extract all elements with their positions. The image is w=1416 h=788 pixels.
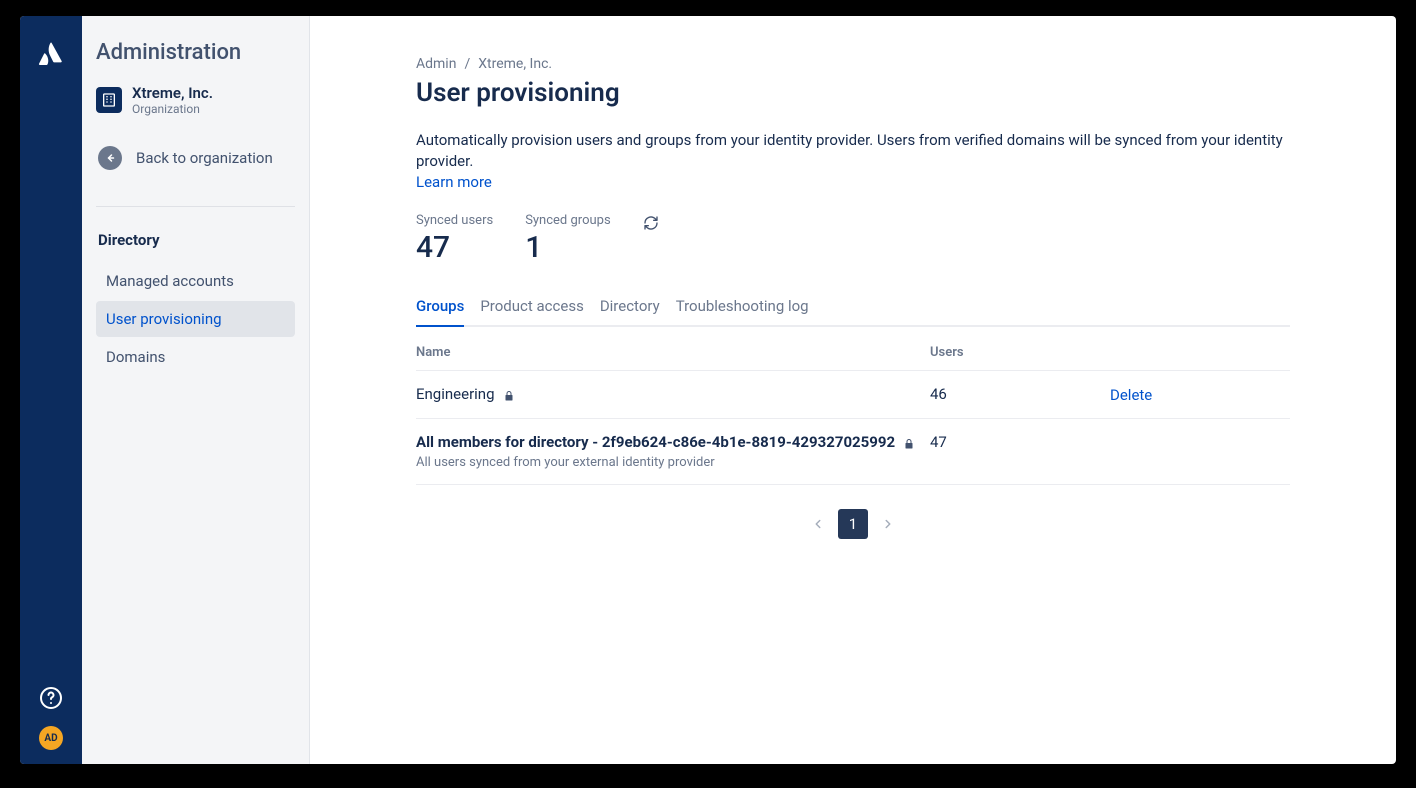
group-name: All members for directory - 2f9eb624-c86… — [416, 433, 895, 451]
back-label: Back to organization — [136, 149, 273, 167]
col-header-users: Users — [930, 345, 1110, 360]
delete-link[interactable]: Delete — [1110, 386, 1152, 404]
tab-directory[interactable]: Directory — [600, 291, 660, 325]
sidebar-title: Administration — [96, 40, 295, 65]
breadcrumb-current: Xtreme, Inc. — [478, 56, 552, 72]
org-icon — [96, 87, 122, 113]
lock-icon — [503, 388, 515, 400]
row-name-cell: Engineering — [416, 385, 930, 403]
help-icon[interactable] — [39, 686, 63, 710]
page-current[interactable]: 1 — [838, 509, 868, 539]
tab-troubleshooting-log[interactable]: Troubleshooting log — [676, 291, 809, 325]
atlassian-logo-icon[interactable] — [37, 40, 65, 68]
stat-value: 1 — [525, 230, 610, 265]
main-content: Admin / Xtreme, Inc. User provisioning A… — [310, 16, 1396, 764]
table-header: Name Users — [416, 327, 1290, 371]
stats-row: Synced users 47 Synced groups 1 — [416, 213, 1290, 265]
arrow-left-icon — [98, 146, 122, 170]
pagination: 1 — [416, 509, 1290, 539]
tabs: Groups Product access Directory Troubles… — [416, 291, 1290, 327]
stat-synced-users: Synced users 47 — [416, 213, 493, 265]
stat-value: 47 — [416, 230, 493, 265]
page-title: User provisioning — [416, 78, 1290, 108]
refresh-icon[interactable] — [643, 215, 659, 231]
org-sub: Organization — [132, 102, 213, 116]
org-selector[interactable]: Xtreme, Inc. Organization — [96, 85, 295, 116]
user-avatar[interactable]: AD — [39, 726, 63, 750]
breadcrumb-admin[interactable]: Admin — [416, 56, 456, 72]
tab-product-access[interactable]: Product access — [480, 291, 583, 325]
sidebar: Administration Xtreme, Inc. Organization… — [82, 16, 310, 764]
sidebar-item-user-provisioning[interactable]: User provisioning — [96, 301, 295, 337]
table-row: All members for directory - 2f9eb624-c86… — [416, 419, 1290, 485]
sidebar-section-directory: Directory — [96, 227, 295, 253]
row-users: 47 — [930, 433, 1110, 451]
stat-synced-groups: Synced groups 1 — [525, 213, 610, 265]
tab-groups[interactable]: Groups — [416, 291, 464, 325]
back-to-org[interactable]: Back to organization — [96, 138, 295, 178]
breadcrumb-sep: / — [464, 56, 470, 72]
row-users: 46 — [930, 385, 1110, 403]
page-next[interactable] — [876, 512, 900, 536]
row-sub: All users synced from your external iden… — [416, 455, 930, 470]
lock-icon — [903, 436, 915, 448]
stat-label: Synced users — [416, 213, 493, 228]
col-header-name: Name — [416, 345, 930, 360]
sidebar-item-managed-accounts[interactable]: Managed accounts — [96, 263, 295, 299]
table-row: Engineering 46 Delete — [416, 371, 1290, 419]
page-prev[interactable] — [806, 512, 830, 536]
divider — [96, 206, 295, 207]
org-name: Xtreme, Inc. — [132, 85, 213, 102]
sidebar-item-domains[interactable]: Domains — [96, 339, 295, 375]
avatar-initials: AD — [44, 733, 57, 744]
row-name-cell: All members for directory - 2f9eb624-c86… — [416, 433, 930, 451]
group-name: Engineering — [416, 385, 495, 403]
breadcrumb: Admin / Xtreme, Inc. — [416, 56, 1290, 72]
page-description: Automatically provision users and groups… — [416, 130, 1290, 172]
global-rail: AD — [20, 16, 82, 764]
learn-more-link[interactable]: Learn more — [416, 173, 492, 191]
stat-label: Synced groups — [525, 213, 610, 228]
groups-table: Name Users Engineering 46 Delete — [416, 327, 1290, 485]
